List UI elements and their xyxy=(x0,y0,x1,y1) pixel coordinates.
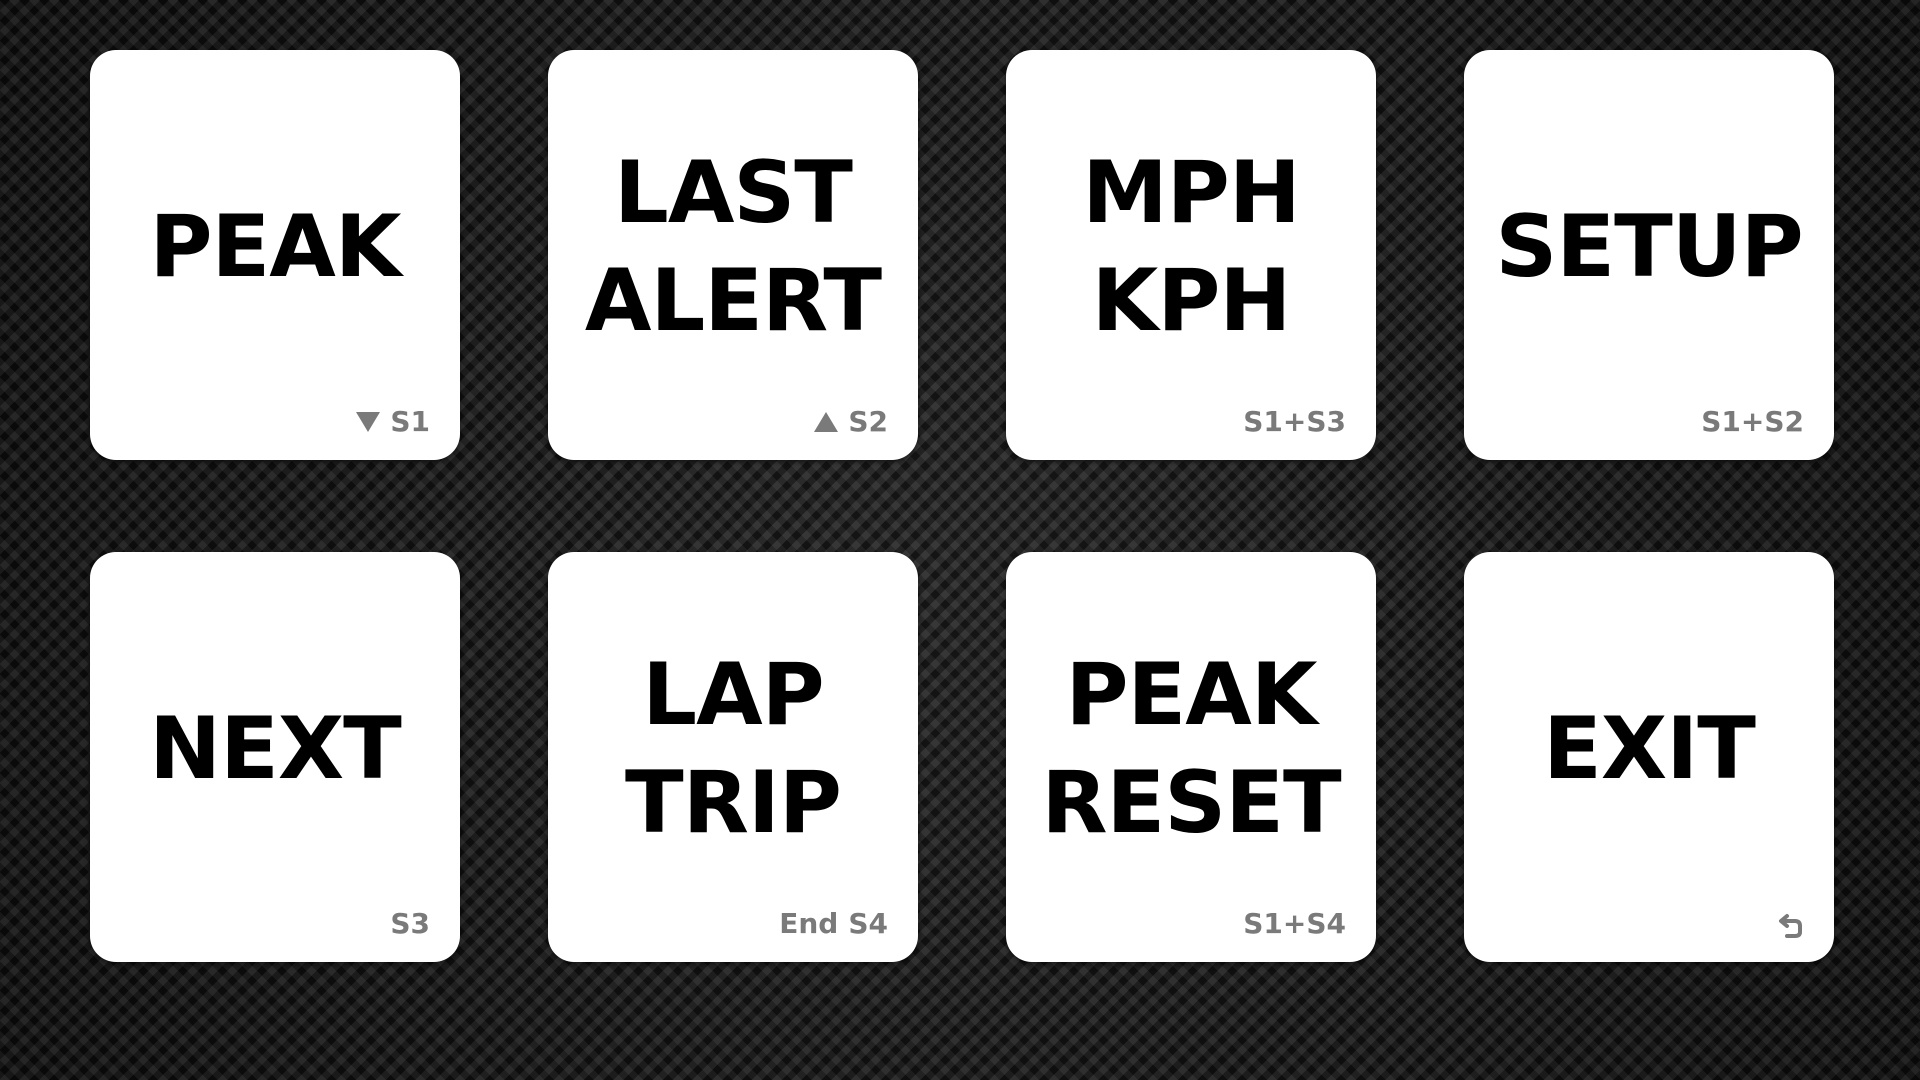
tile-label: LAP TRIP xyxy=(548,552,918,962)
shortcut-key: S1 xyxy=(390,405,430,438)
shortcut-hint: S1+S2 xyxy=(1701,406,1804,438)
shortcut-hint: S1+S3 xyxy=(1243,406,1346,438)
tile-label: PEAK xyxy=(90,50,460,460)
tile-label-line: KPH xyxy=(1091,251,1292,351)
tile-label: SETUP xyxy=(1464,50,1834,460)
peak-reset-button[interactable]: PEAK RESET S1+S4 xyxy=(1006,552,1376,962)
shortcut-key: S2 xyxy=(848,405,888,438)
tile-label-line: NEXT xyxy=(149,699,402,799)
shortcut-hint: S2 xyxy=(814,406,888,438)
tile-label-line: RESET xyxy=(1041,753,1341,853)
tile-label: PEAK RESET xyxy=(1006,552,1376,962)
shortcut-key: S3 xyxy=(390,907,430,940)
shortcut-hint xyxy=(1778,912,1804,940)
tile-label: EXIT xyxy=(1464,552,1834,962)
shortcut-key: S1+S4 xyxy=(1243,907,1346,940)
triangle-up-icon xyxy=(814,412,839,432)
peak-button[interactable]: PEAK S1 xyxy=(90,50,460,460)
next-button[interactable]: NEXT S3 xyxy=(90,552,460,962)
shortcut-hint: S1 xyxy=(356,406,430,438)
tile-label-line: TRIP xyxy=(625,753,842,853)
tile-label: LAST ALERT xyxy=(548,50,918,460)
tile-label-line: EXIT xyxy=(1543,699,1756,799)
tile-label-line: PEAK xyxy=(1065,645,1318,745)
tile-label: NEXT xyxy=(90,552,460,962)
return-arrow-icon xyxy=(1779,914,1802,938)
shortcut-hint: S3 xyxy=(390,908,430,940)
shortcut-hint: End S4 xyxy=(779,908,888,940)
shortcut-prefix: End xyxy=(779,907,839,940)
tile-label-line: LAP xyxy=(642,645,824,745)
setup-button[interactable]: SETUP S1+S2 xyxy=(1464,50,1834,460)
triangle-down-icon xyxy=(356,412,381,432)
last-alert-button[interactable]: LAST ALERT S2 xyxy=(548,50,918,460)
tile-label-line: ALERT xyxy=(584,251,882,351)
menu-grid: PEAK S1 LAST ALERT S2 MPH KPH S1+S3 SETU… xyxy=(90,50,1834,962)
shortcut-key: S4 xyxy=(848,907,888,940)
tile-label-line: LAST xyxy=(614,143,853,243)
lap-trip-button[interactable]: LAP TRIP End S4 xyxy=(548,552,918,962)
shortcut-hint: S1+S4 xyxy=(1243,908,1346,940)
mph-kph-button[interactable]: MPH KPH S1+S3 xyxy=(1006,50,1376,460)
tile-label: MPH KPH xyxy=(1006,50,1376,460)
shortcut-key: S1+S3 xyxy=(1243,405,1346,438)
shortcut-key: S1+S2 xyxy=(1701,405,1804,438)
tile-label-line: MPH xyxy=(1082,143,1301,243)
tile-label-line: SETUP xyxy=(1495,197,1803,297)
exit-button[interactable]: EXIT xyxy=(1464,552,1834,962)
tile-label-line: PEAK xyxy=(149,197,402,297)
